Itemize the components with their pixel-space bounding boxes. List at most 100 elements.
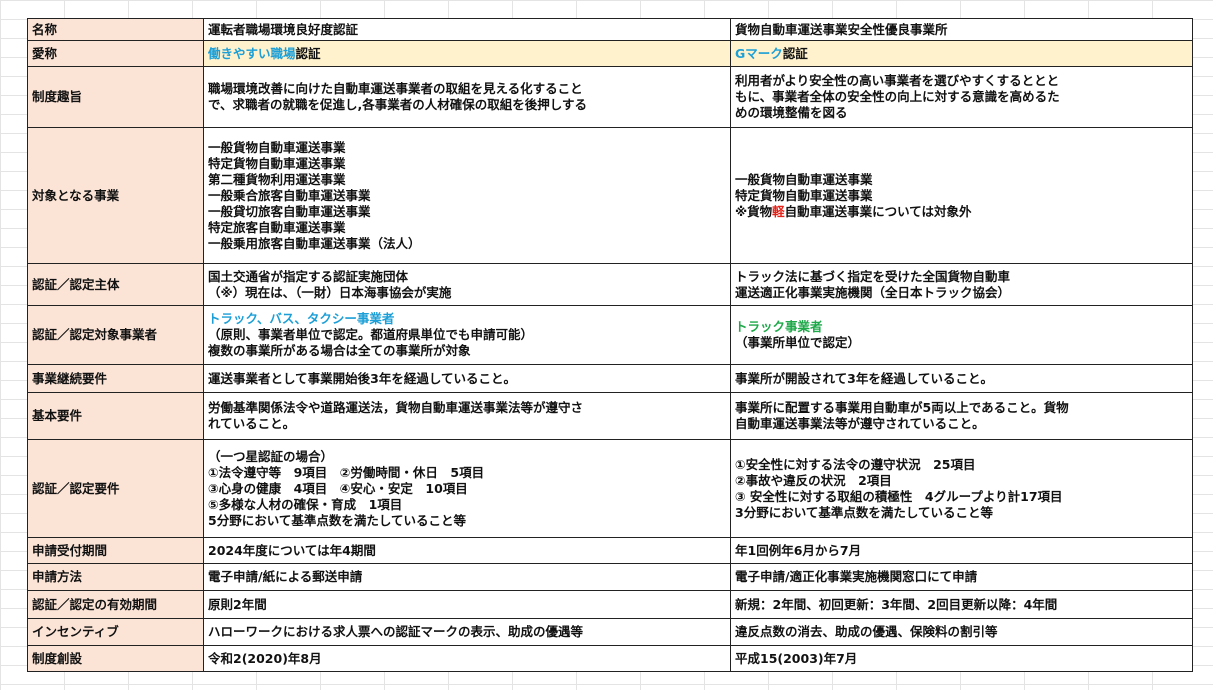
note-suffix: 自動車運送事業については対象外	[784, 203, 972, 219]
requirements-b-line: ③ 安全性に対する取組の積極性 4グループより計17項目	[735, 488, 1063, 504]
purpose-a-line: で、求職者の就職を促進し,各事業者の人材確保の取組を後押しする	[208, 97, 587, 112]
cell-b-certifier[interactable]: トラック法に基づく指定を受けた全国貨物自動車 運送適正化事業実施機関（全日本トラ…	[730, 263, 1193, 306]
requirements-a-line: 5分野において基準点数を満たしていること等	[208, 512, 466, 528]
row-continuity: 事業継続要件 運送事業者として事業開始後3年を経過していること。 事業所が開設さ…	[27, 364, 1193, 393]
cell-a-name[interactable]: 運転者職場環境良好度認証	[203, 18, 731, 41]
nickname-a-highlight: 働きやすい職場	[208, 45, 296, 61]
requirements-a-line: ③心身の健康 4項目 ④安心・安定 10項目	[208, 480, 468, 496]
cell-label-method[interactable]: 申請方法	[27, 563, 204, 591]
cell-label-target-business[interactable]: 対象となる事業	[27, 127, 204, 264]
requirements-b-line: ②事故や違反の状況 2項目	[735, 472, 892, 488]
purpose-b-line: もに、事業者全体の安全性の向上に対する意識を高めるた	[735, 89, 1060, 104]
cell-b-target-operator[interactable]: トラック事業者 （事業所単位で認定）	[730, 305, 1193, 365]
target-business-b-line: 特定貨物自動車運送事業	[735, 187, 873, 203]
target-operator-a-highlight: トラック、バス、タクシー事業者	[208, 311, 395, 326]
note-prefix: ※貨物	[735, 203, 773, 219]
nickname-a-suffix: 認証	[295, 45, 321, 61]
basic-b-line: 事業所に配置する事業用自動車が5両以上であること。貨物	[735, 400, 1069, 415]
purpose-a-line: 職場環境改善に向けた自動車運送事業者の取組を見える化すること	[208, 81, 583, 96]
cell-b-purpose[interactable]: 利用者がより安全性の高い事業者を選びやすくするととと もに、事業者全体の安全性の…	[730, 66, 1193, 128]
cell-label-validity[interactable]: 認証／認定の有効期間	[27, 590, 204, 619]
row-basic: 基本要件 労働基準関係法令や道路運送法，貨物自動車運送事業法等が遵守さ れている…	[27, 392, 1193, 440]
target-operator-b-line: （事業所単位で認定）	[735, 335, 861, 350]
row-name: 名称 運転者職場環境良好度認証 貨物自動車運送事業安全性優良事業所	[27, 18, 1193, 41]
requirements-a-line: ①法令遵守等 9項目 ②労働時間・休日 5項目	[208, 464, 485, 480]
cell-b-target-business[interactable]: 一般貨物自動車運送事業 特定貨物自動車運送事業 ※貨物軽自動車運送事業については…	[730, 127, 1193, 264]
target-business-a-line: 特定貨物自動車運送事業	[208, 155, 346, 171]
target-business-a-line: 第二種貨物利用運送事業	[208, 171, 346, 187]
requirements-a-line: （一つ星認証の場合）	[208, 448, 334, 464]
cell-a-method[interactable]: 電子申請/紙による郵送申請	[203, 563, 731, 591]
cell-a-nickname[interactable]: 働きやすい職場認証	[203, 40, 731, 67]
target-operator-a-line: 複数の事業所がある場合は全ての事業所が対象	[208, 343, 471, 358]
cell-label-purpose[interactable]: 制度趣旨	[27, 66, 204, 128]
comparison-table: 名称 運転者職場環境良好度認証 貨物自動車運送事業安全性優良事業所 愛称 働きや…	[27, 18, 1193, 672]
requirements-b-line: 3分野において基準点数を満たしていること等	[735, 504, 993, 520]
cell-b-basic[interactable]: 事業所に配置する事業用自動車が5両以上であること。貨物 自動車運送事業法等が遵守…	[730, 392, 1193, 440]
cell-a-founded[interactable]: 令和2(2020)年8月	[203, 645, 731, 672]
cell-b-method[interactable]: 電子申請/適正化事業実施機関窓口にて申請	[730, 563, 1193, 591]
requirements-a-line: ⑤多様な人材の確保・育成 1項目	[208, 496, 403, 512]
note-red-char: 軽	[772, 203, 785, 219]
cell-label-incentive[interactable]: インセンティブ	[27, 618, 204, 646]
target-operator-a-line: （原則、事業者単位で認定。都道府県単位でも申請可能）	[208, 327, 534, 342]
cell-label-requirements[interactable]: 認証／認定要件	[27, 439, 204, 538]
cell-a-purpose[interactable]: 職場環境改善に向けた自動車運送事業者の取組を見える化すること で、求職者の就職を…	[203, 66, 731, 128]
target-business-a-line: 一般乗合旅客自動車運送事業	[208, 187, 371, 203]
cell-label-period[interactable]: 申請受付期間	[27, 537, 204, 564]
row-requirements: 認証／認定要件 （一つ星認証の場合） ①法令遵守等 9項目 ②労働時間・休日 5…	[27, 439, 1193, 538]
cell-a-period[interactable]: 2024年度については年4期間	[203, 537, 731, 564]
row-purpose: 制度趣旨 職場環境改善に向けた自動車運送事業者の取組を見える化すること で、求職…	[27, 66, 1193, 128]
cell-label-basic[interactable]: 基本要件	[27, 392, 204, 440]
row-founded: 制度創設 令和2(2020)年8月 平成15(2003)年7月	[27, 645, 1193, 672]
cell-label-name[interactable]: 名称	[27, 18, 204, 41]
cell-b-continuity[interactable]: 事業所が開設されて3年を経過していること。	[730, 364, 1193, 393]
cell-a-validity[interactable]: 原則2年間	[203, 590, 731, 619]
row-period: 申請受付期間 2024年度については年4期間 年1回例年6月から7月	[27, 537, 1193, 564]
cell-a-continuity[interactable]: 運送事業者として事業開始後3年を経過していること。	[203, 364, 731, 393]
cell-label-certifier[interactable]: 認証／認定主体	[27, 263, 204, 306]
target-business-b-note: ※貨物軽自動車運送事業については対象外	[735, 204, 1188, 220]
row-nickname: 愛称 働きやすい職場認証 Gマーク認証	[27, 40, 1193, 67]
certifier-b-line: トラック法に基づく指定を受けた全国貨物自動車	[735, 268, 1011, 284]
cell-b-validity[interactable]: 新規：2年間、初回更新：3年間、2回目更新以降：4年間	[730, 590, 1193, 619]
cell-b-incentive[interactable]: 違反点数の消去、助成の優遇、保険料の割引等	[730, 618, 1193, 646]
cell-a-target-operator[interactable]: トラック、バス、タクシー事業者 （原則、事業者単位で認定。都道府県単位でも申請可…	[203, 305, 731, 365]
cell-a-certifier[interactable]: 国土交通省が指定する認証実施団体 （※）現在は、（一財）日本海事協会が実施	[203, 263, 731, 306]
row-target-business: 対象となる事業 一般貨物自動車運送事業 特定貨物自動車運送事業 第二種貨物利用運…	[27, 127, 1193, 264]
basic-a-line: 労働基準関係法令や道路運送法，貨物自動車運送事業法等が遵守さ	[208, 400, 584, 415]
row-incentive: インセンティブ ハローワークにおける求人票への認証マークの表示、助成の優遇等 違…	[27, 618, 1193, 646]
cell-label-nickname[interactable]: 愛称	[27, 40, 204, 67]
cell-label-continuity[interactable]: 事業継続要件	[27, 364, 204, 393]
target-business-a-line: 特定旅客自動車運送事業	[208, 219, 346, 235]
cell-b-founded[interactable]: 平成15(2003)年7月	[730, 645, 1193, 672]
nickname-b-suffix: 認証	[782, 45, 808, 61]
cell-b-requirements[interactable]: ①安全性に対する法令の遵守状況 25項目 ②事故や違反の状況 2項目 ③ 安全性…	[730, 439, 1193, 538]
cell-label-target-operator[interactable]: 認証／認定対象事業者	[27, 305, 204, 365]
cell-a-target-business[interactable]: 一般貨物自動車運送事業 特定貨物自動車運送事業 第二種貨物利用運送事業 一般乗合…	[203, 127, 731, 264]
target-business-b-line: 一般貨物自動車運送事業	[735, 171, 873, 187]
spreadsheet-grid: 名称 運転者職場環境良好度認証 貨物自動車運送事業安全性優良事業所 愛称 働きや…	[0, 0, 1213, 690]
cell-a-basic[interactable]: 労働基準関係法令や道路運送法，貨物自動車運送事業法等が遵守さ れていること。	[203, 392, 731, 440]
row-certifier: 認証／認定主体 国土交通省が指定する認証実施団体 （※）現在は、（一財）日本海事…	[27, 263, 1193, 306]
purpose-b-line: めの環境整備を図る	[735, 105, 848, 120]
certifier-b-line: 運送適正化事業実施機関（全日本トラック協会）	[735, 284, 1011, 300]
row-target-operator: 認証／認定対象事業者 トラック、バス、タクシー事業者 （原則、事業者単位で認定。…	[27, 305, 1193, 365]
certifier-a-line: （※）現在は、（一財）日本海事協会が実施	[208, 284, 452, 300]
target-operator-b-highlight: トラック事業者	[735, 319, 823, 334]
cell-b-nickname[interactable]: Gマーク認証	[730, 40, 1193, 67]
requirements-b-line: ①安全性に対する法令の遵守状況 25項目	[735, 456, 976, 472]
nickname-b-highlight: Gマーク	[735, 45, 783, 61]
basic-b-line: 自動車運送事業法等が遵守されていること。	[735, 416, 985, 431]
row-method: 申請方法 電子申請/紙による郵送申請 電子申請/適正化事業実施機関窓口にて申請	[27, 563, 1193, 591]
cell-b-name[interactable]: 貨物自動車運送事業安全性優良事業所	[730, 18, 1193, 41]
target-business-a-line: 一般乗用旅客自動車運送事業（法人）	[208, 235, 421, 251]
cell-a-requirements[interactable]: （一つ星認証の場合） ①法令遵守等 9項目 ②労働時間・休日 5項目 ③心身の健…	[203, 439, 731, 538]
cell-label-founded[interactable]: 制度創設	[27, 645, 204, 672]
purpose-b-line: 利用者がより安全性の高い事業者を選びやすくするととと	[735, 73, 1060, 88]
cell-a-incentive[interactable]: ハローワークにおける求人票への認証マークの表示、助成の優遇等	[203, 618, 731, 646]
cell-b-period[interactable]: 年1回例年6月から7月	[730, 537, 1193, 564]
basic-a-line: れていること。	[208, 416, 296, 431]
row-validity: 認証／認定の有効期間 原則2年間 新規：2年間、初回更新：3年間、2回目更新以降…	[27, 590, 1193, 619]
certifier-a-line: 国土交通省が指定する認証実施団体	[208, 268, 409, 284]
